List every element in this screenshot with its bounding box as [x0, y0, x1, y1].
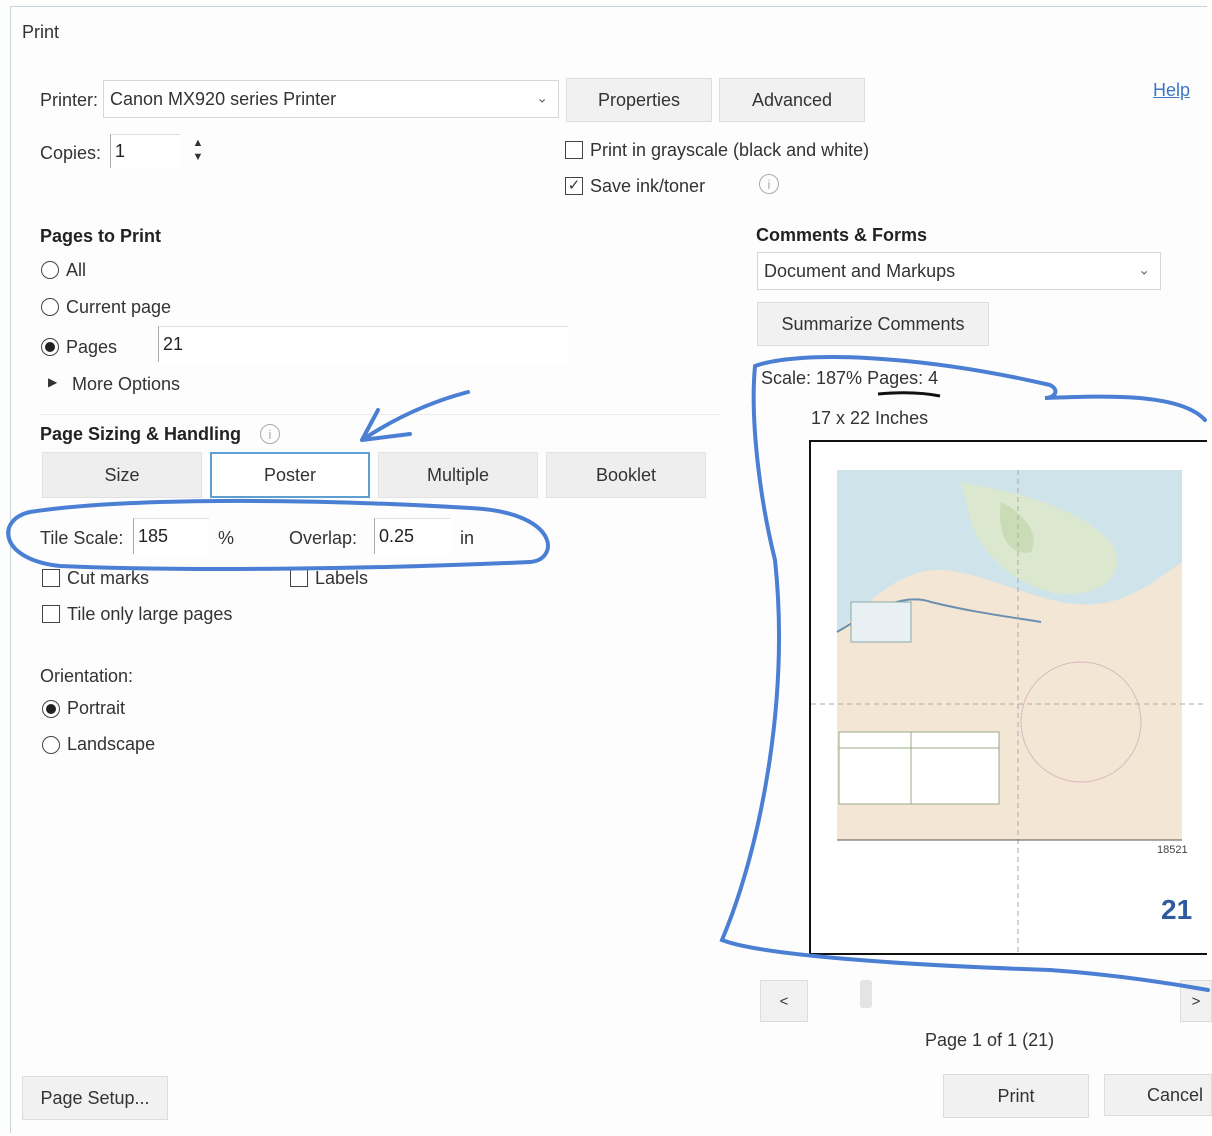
- help-link[interactable]: Help: [1153, 80, 1190, 101]
- printer-select-value: Canon MX920 series Printer: [110, 88, 337, 109]
- page-indicator: Page 1 of 1 (21): [925, 1030, 1055, 1050]
- overlap-input[interactable]: 0.25: [374, 518, 450, 554]
- print-button-label: Print: [997, 1085, 1035, 1106]
- print-button[interactable]: Print: [943, 1074, 1089, 1118]
- tab-size-label: Size: [104, 464, 140, 485]
- cancel-button-label: Cancel: [1147, 1084, 1204, 1105]
- prev-page-button[interactable]: <: [760, 980, 808, 1022]
- radio-portrait-label: Portrait: [67, 698, 126, 718]
- copies-field[interactable]: 1: [110, 134, 180, 168]
- divider: [40, 414, 720, 415]
- stepper-down-icon[interactable]: ▼: [190, 150, 206, 164]
- info-icon[interactable]: i: [759, 174, 779, 194]
- tab-multiple-label: Multiple: [426, 464, 490, 485]
- stepper-up-icon[interactable]: ▲: [190, 136, 206, 150]
- orientation-label: Orientation:: [40, 666, 134, 686]
- copies-label: Copies:: [40, 143, 102, 163]
- printer-select[interactable]: Canon MX920 series Printer ⌄: [103, 80, 559, 118]
- radio-landscape[interactable]: [42, 736, 60, 754]
- page-number-mark: 21: [1161, 894, 1193, 925]
- copies-stepper[interactable]: ▲ ▼: [190, 136, 206, 166]
- nautical-chart-image: [811, 470, 1207, 953]
- prev-page-label: <: [779, 992, 789, 1010]
- chevron-down-icon: ⌄: [1138, 261, 1150, 278]
- print-preview-page: 18521 21: [809, 440, 1207, 955]
- tile-large-checkbox[interactable]: [42, 605, 60, 623]
- page-sizing-heading: Page Sizing & Handling: [40, 424, 242, 444]
- radio-landscape-label: Landscape: [67, 734, 156, 754]
- summarize-comments-label: Summarize Comments: [781, 313, 965, 334]
- radio-pages-label: Pages: [66, 337, 118, 357]
- overlap-label: Overlap:: [289, 528, 358, 548]
- chart-number: 18521: [1157, 844, 1188, 856]
- radio-pages[interactable]: [41, 338, 59, 356]
- tab-multiple[interactable]: Multiple: [378, 452, 538, 498]
- tab-booklet-label: Booklet: [595, 464, 657, 485]
- labels-label: Labels: [315, 568, 369, 588]
- radio-current-page-label: Current page: [66, 297, 172, 317]
- tab-poster-label: Poster: [263, 464, 317, 485]
- properties-button[interactable]: Properties: [566, 78, 712, 122]
- overlap-unit: in: [460, 528, 475, 548]
- tab-size[interactable]: Size: [42, 452, 202, 498]
- cut-marks-label: Cut marks: [67, 568, 150, 588]
- preview-scale-text: Scale: 187% Pages: 4: [761, 368, 939, 388]
- pages-to-print-heading: Pages to Print: [40, 226, 162, 246]
- tile-scale-label: Tile Scale:: [40, 528, 124, 548]
- page-slider-thumb[interactable]: [860, 980, 872, 1008]
- comments-forms-heading: Comments & Forms: [756, 225, 928, 245]
- page-setup-button[interactable]: Page Setup...: [22, 1076, 168, 1120]
- dialog-title: Print: [22, 22, 60, 42]
- expand-triangle-icon[interactable]: ▶: [48, 375, 57, 389]
- radio-all[interactable]: [41, 261, 59, 279]
- radio-portrait[interactable]: [42, 700, 60, 718]
- next-page-button[interactable]: >: [1180, 980, 1212, 1022]
- more-options-link[interactable]: More Options: [72, 374, 180, 395]
- advanced-button[interactable]: Advanced: [719, 78, 865, 122]
- tile-scale-input[interactable]: 185: [133, 518, 209, 554]
- preview-size-text: 17 x 22 Inches: [811, 408, 929, 428]
- page-setup-label: Page Setup...: [40, 1087, 150, 1108]
- tile-scale-unit: %: [218, 528, 235, 548]
- tab-booklet[interactable]: Booklet: [546, 452, 706, 498]
- advanced-button-label: Advanced: [751, 89, 833, 110]
- cut-marks-checkbox[interactable]: [42, 569, 60, 587]
- sizing-info-icon[interactable]: i: [260, 424, 280, 444]
- summarize-comments-button[interactable]: Summarize Comments: [757, 302, 989, 346]
- tab-poster[interactable]: Poster: [210, 452, 370, 498]
- comments-forms-value: Document and Markups: [764, 260, 956, 281]
- properties-button-label: Properties: [597, 89, 681, 110]
- chevron-down-icon: ⌄: [536, 89, 548, 106]
- radio-all-label: All: [66, 260, 87, 280]
- printer-label: Printer:: [40, 90, 99, 110]
- cancel-button[interactable]: Cancel: [1104, 1074, 1212, 1116]
- save-ink-label: Save ink/toner: [590, 176, 706, 196]
- labels-checkbox[interactable]: [290, 569, 308, 587]
- save-ink-checkbox[interactable]: ✓: [565, 177, 583, 195]
- next-page-label: >: [1191, 992, 1201, 1010]
- grayscale-checkbox[interactable]: [565, 141, 583, 159]
- comments-forms-select[interactable]: Document and Markups ⌄: [757, 252, 1161, 290]
- tile-large-label: Tile only large pages: [67, 604, 233, 624]
- grayscale-label: Print in grayscale (black and white): [590, 140, 870, 160]
- radio-current-page[interactable]: [41, 298, 59, 316]
- pages-range-input[interactable]: 21: [158, 326, 568, 362]
